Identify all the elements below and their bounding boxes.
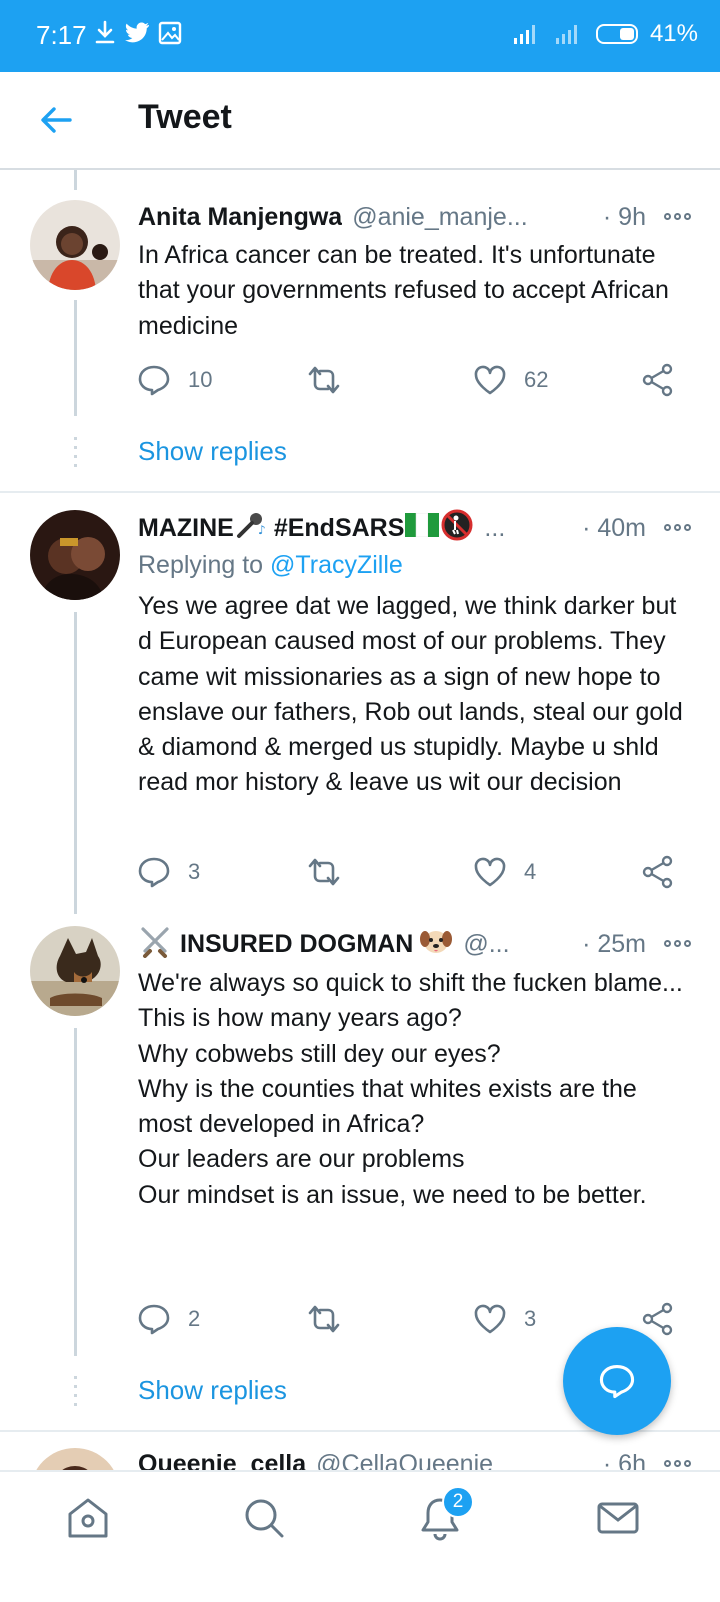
tweet-time: · 40m <box>582 513 646 542</box>
messages-mail-icon[interactable] <box>594 1494 642 1542</box>
heart-icon <box>474 1304 506 1334</box>
divider <box>0 491 720 493</box>
retweet-icon <box>308 1305 340 1333</box>
status-time: 7:17 <box>36 20 87 50</box>
avatar[interactable] <box>30 926 120 1016</box>
share-button[interactable] <box>640 854 676 890</box>
gallery-icon <box>158 21 182 45</box>
heart-icon <box>474 365 506 395</box>
battery-icon <box>595 24 638 44</box>
tweet-header: Anita Manjengwa @anie_manje... · 9h <box>138 199 646 235</box>
reply-icon <box>138 365 170 396</box>
retweet-icon <box>308 366 340 394</box>
crossed-swords-emoji-icon <box>138 924 172 965</box>
reply-icon <box>138 1304 170 1335</box>
microphone-emoji-icon: ♪ <box>234 510 268 547</box>
replying-to-handle[interactable]: @TracyZille <box>270 551 403 579</box>
more-options-icon[interactable] <box>664 213 694 223</box>
tweet-text: We're always so quick to shift the fucke… <box>138 969 683 1209</box>
tweet-author-handle[interactable]: @... <box>463 930 509 959</box>
reply-bubble-icon <box>599 1365 635 1399</box>
tweet-author-handle[interactable]: @anie_manje... <box>352 203 527 232</box>
search-icon[interactable] <box>240 1494 288 1542</box>
retweet-button[interactable] <box>304 854 360 890</box>
download-icon <box>95 20 115 44</box>
share-button[interactable] <box>640 362 676 398</box>
home-icon[interactable] <box>64 1494 112 1542</box>
thread-line <box>74 300 77 416</box>
replying-to-label: Replying to <box>138 551 264 579</box>
like-button[interactable]: 3 <box>472 1301 536 1337</box>
like-count: 3 <box>524 1306 537 1331</box>
share-icon <box>642 363 673 397</box>
back-arrow-icon[interactable] <box>36 100 76 140</box>
reply-count: 2 <box>188 1306 201 1331</box>
reply-count: 3 <box>188 859 201 884</box>
more-options-icon[interactable] <box>664 1460 694 1470</box>
retweet-button[interactable] <box>304 1301 360 1337</box>
replying-to: Replying to @TracyZille <box>138 551 403 580</box>
show-replies-link[interactable]: Show replies <box>138 436 287 467</box>
tweet-time: · 9h <box>602 202 646 231</box>
like-count: 4 <box>524 859 537 884</box>
more-options-icon[interactable] <box>664 940 694 950</box>
share-icon <box>642 1302 673 1336</box>
tweet-author-name-suffix[interactable]: #EndSARS <box>274 514 405 543</box>
avatar[interactable] <box>30 510 120 600</box>
reply-button[interactable]: 3 <box>136 854 200 890</box>
no-littering-emoji-icon <box>440 508 474 549</box>
like-button[interactable]: 4 <box>472 854 536 890</box>
nigeria-flag-icon <box>404 512 440 544</box>
page-title: Tweet <box>138 98 232 136</box>
tweet-text: Yes we agree dat we lagged, we think dar… <box>138 592 683 797</box>
share-button[interactable] <box>640 1301 676 1337</box>
tweet-author-handle[interactable]: ... <box>484 514 505 543</box>
avatar[interactable] <box>30 200 120 290</box>
tweet-time: · 25m <box>582 929 646 958</box>
thread-dots <box>74 1376 77 1408</box>
signal-icon-2 <box>555 25 577 44</box>
show-replies-link[interactable]: Show replies <box>138 1375 287 1406</box>
like-button[interactable]: 62 <box>472 362 548 398</box>
thread-dots <box>74 437 77 469</box>
heart-icon <box>474 857 506 887</box>
like-count: 62 <box>524 367 549 392</box>
tweet-header: MAZINE ♪ #EndSARS ... · 40m <box>138 508 646 549</box>
notifications-badge: 2 <box>442 1486 474 1518</box>
retweet-button[interactable] <box>304 362 360 398</box>
more-options-icon[interactable] <box>664 524 694 534</box>
tweet-actions: 10 62 <box>136 362 686 402</box>
tweet-author-name[interactable]: MAZINE <box>138 514 234 543</box>
tweet-text: In Africa cancer can be treated. It's un… <box>138 241 669 340</box>
battery-percent: 41% <box>649 20 698 47</box>
svg-text:♪: ♪ <box>258 523 266 537</box>
reply-fab-button[interactable] <box>563 1327 671 1435</box>
app-header: Tweet <box>0 72 720 170</box>
thread-line <box>74 170 77 190</box>
reply-count: 10 <box>188 367 213 392</box>
tweet-author-name[interactable]: Anita Manjengwa <box>138 203 342 232</box>
thread-line <box>74 612 77 914</box>
thread-line <box>74 1028 77 1356</box>
reply-icon <box>138 857 170 888</box>
reply-button[interactable]: 2 <box>136 1301 200 1337</box>
twitter-bird-icon <box>125 22 149 43</box>
retweet-icon <box>308 858 340 886</box>
tweet-author-name[interactable]: INSURED DOGMAN <box>180 930 413 959</box>
bottom-nav <box>0 1470 720 1602</box>
share-icon <box>642 855 673 889</box>
tweet-actions: 3 4 <box>136 854 686 894</box>
tweet-header: INSURED DOGMAN @... · 25m <box>138 926 646 962</box>
dog-face-emoji-icon <box>419 925 453 964</box>
signal-icon <box>513 25 535 44</box>
reply-button[interactable]: 10 <box>136 362 212 398</box>
status-bar: 7:17 41% <box>0 0 720 72</box>
